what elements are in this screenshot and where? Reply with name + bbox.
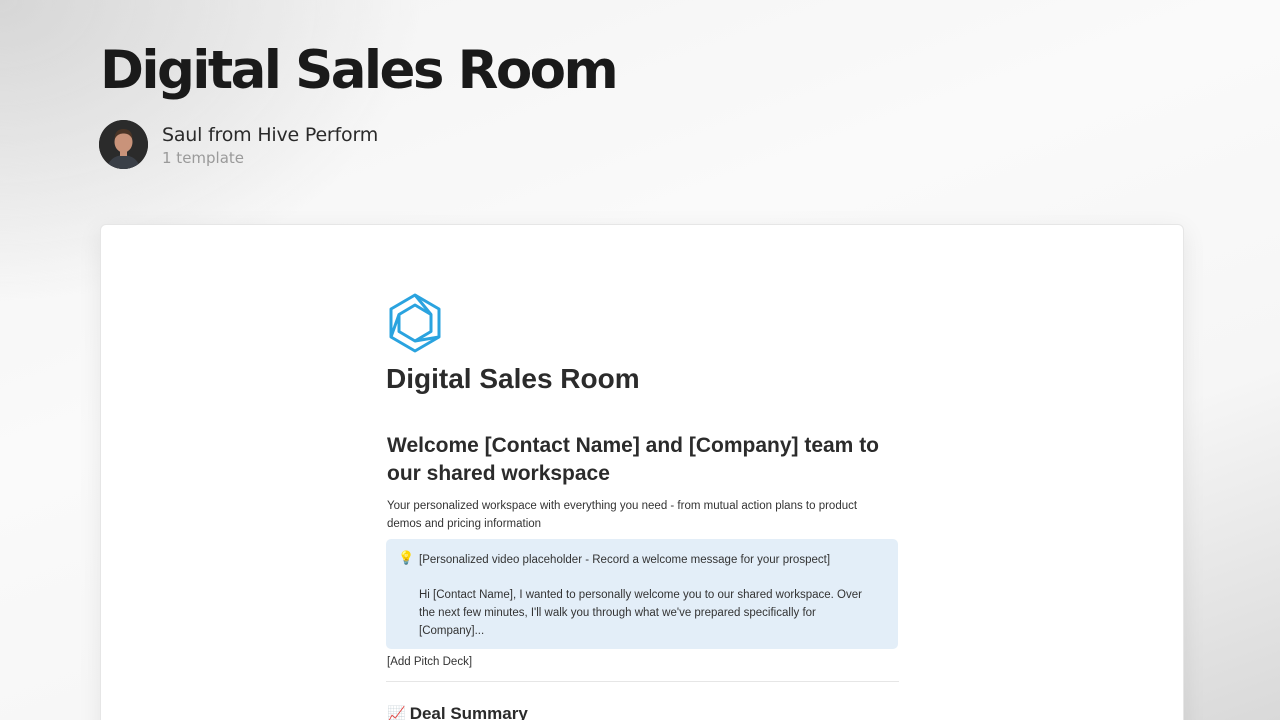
template-count: 1 template bbox=[162, 148, 245, 167]
welcome-heading: Welcome [Contact Name] and [Company] tea… bbox=[387, 434, 880, 485]
document-title: Digital Sales Room bbox=[386, 363, 640, 394]
lightbulb-icon: 💡 bbox=[398, 550, 415, 565]
avatar[interactable] bbox=[99, 120, 148, 169]
intro-text: Your personalized workspace with everyth… bbox=[387, 500, 858, 530]
deal-summary-label: Deal Summary bbox=[409, 704, 528, 720]
author-name[interactable]: Saul from Hive Perform bbox=[162, 122, 378, 148]
author-block[interactable]: Saul from Hive Perform 1 template bbox=[99, 120, 378, 169]
page-title: Digital Sales Room bbox=[100, 40, 619, 101]
divider bbox=[386, 681, 899, 682]
callout-message-text: Hi [Contact Name], I wanted to personall… bbox=[419, 589, 862, 637]
pitch-deck-placeholder: [Add Pitch Deck] bbox=[387, 656, 473, 668]
chart-increasing-icon: 📈 bbox=[387, 706, 406, 720]
hexagon-logo-icon bbox=[389, 293, 441, 353]
template-preview-card[interactable]: Digital Sales Room Welcome [Contact Name… bbox=[100, 224, 1184, 720]
person-avatar-icon bbox=[99, 120, 148, 169]
video-callout: 💡 [Personalized video placeholder - Reco… bbox=[386, 539, 898, 649]
callout-placeholder-text: [Personalized video placeholder - Record… bbox=[419, 554, 831, 566]
deal-summary-heading: 📈 Deal Summary bbox=[387, 704, 528, 720]
